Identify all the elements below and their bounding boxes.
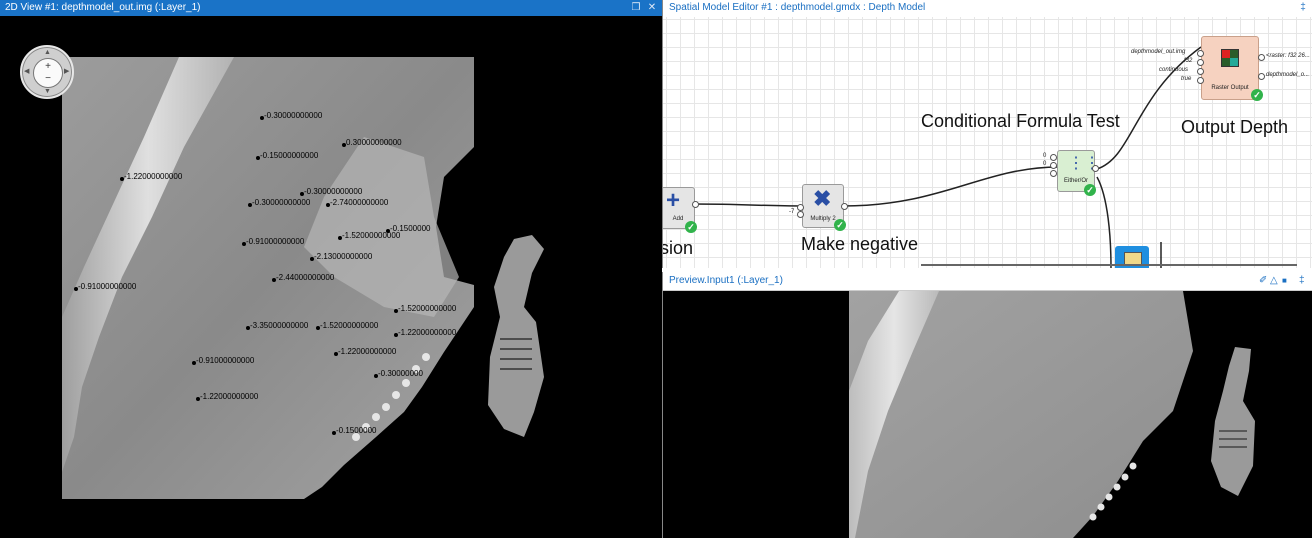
preview-canvas[interactable] [663, 291, 1312, 538]
pan-up-icon[interactable]: ▲ [44, 49, 51, 56]
raster-input-port[interactable] [1197, 50, 1204, 57]
close-icon[interactable]: ✕ [646, 0, 658, 16]
depth-point-label: -1.52000000000 [398, 304, 457, 313]
depth-point-label: -0.30000000000 [264, 111, 323, 120]
model-editor-panel[interactable]: Spatial Model Editor #1 : depthmodel.gmd… [662, 0, 1312, 268]
raster-output-name: depthmodel_o... [1266, 72, 1310, 78]
raster-input-port[interactable] [1197, 68, 1204, 75]
either-or-node[interactable]: ⋮⋮ Either/Or ✓ [1057, 150, 1100, 196]
check-icon: ✓ [1084, 184, 1096, 196]
depth-point-label: -2.44000000000 [276, 273, 335, 282]
depth-point-label: -0.15000000000 [260, 151, 319, 160]
raster-output-node[interactable]: Raster Output ✓ [1201, 36, 1263, 101]
multiply-input-port[interactable] [797, 211, 804, 218]
depth-point-label: -1.22000000000 [200, 392, 259, 401]
raster-input-port[interactable] [1197, 59, 1204, 66]
pan-down-icon[interactable]: ▼ [44, 88, 51, 95]
depth-point-label: -1.22000000000 [124, 172, 183, 181]
raster-output-label: Raster Output [1211, 85, 1249, 91]
multiply-icon: ✖ [813, 186, 832, 211]
model-canvas[interactable]: + Add ✓ ✖ Multiply 2 ✓ -7 ⋮⋮ Either/Or ✓… [663, 17, 1312, 268]
raster-output-port[interactable] [1258, 73, 1265, 80]
either-input-value: 0 [1043, 161, 1047, 167]
edit-icon[interactable]: ✐ [1259, 272, 1267, 290]
depth-point-label: -2.74000000000 [330, 198, 389, 207]
raster-output-value: <raster: f32 26... [1266, 53, 1310, 59]
editor-titlebar: Spatial Model Editor #1 : depthmodel.gmd… [663, 0, 1312, 16]
check-icon: ✓ [834, 219, 846, 231]
view2d-titlebar: 2D View #1: depthmodel_out.img (:Layer_1… [0, 0, 662, 16]
multiply-output-port[interactable] [841, 203, 848, 210]
either-input-value: 0 [1043, 153, 1047, 159]
restore-icon[interactable]: ❒ [630, 0, 642, 16]
raster-input-datatype: f32 [1184, 58, 1193, 64]
caption-expression: sion [662, 238, 694, 258]
view2d-title: 2D View #1: depthmodel_out.img (:Layer_1… [5, 2, 201, 13]
view2d-panel[interactable]: 2D View #1: depthmodel_out.img (:Layer_1… [0, 0, 662, 538]
preview-title: Preview.Input1 (:Layer_1) [669, 275, 783, 286]
depth-point-label: -0.91000000000 [246, 237, 305, 246]
caption-conditional-formula-test: Conditional Formula Test [921, 111, 1120, 131]
warning-icon[interactable]: △ [1270, 272, 1278, 290]
raster-output-port[interactable] [1258, 54, 1265, 61]
editor-title: Spatial Model Editor #1 : depthmodel.gmd… [669, 2, 926, 13]
multiply-node[interactable]: ✖ Multiply 2 ✓ [802, 184, 846, 231]
add-node[interactable]: + Add ✓ [663, 187, 697, 233]
map-canvas[interactable]: -0.30000000000 0.30000000000 -0.1500000000… [4, 17, 662, 538]
either-input-port[interactable] [1050, 170, 1057, 177]
depth-point-label: -0.91000000000 [78, 282, 137, 291]
raster-input-flag: true [1181, 76, 1192, 82]
raster-input-layertype: continuous [1159, 67, 1189, 73]
preview-panel[interactable]: Preview.Input1 (:Layer_1) ✐ △ ■ ‡ [662, 272, 1312, 538]
depth-point-label: -0.30000000000 [252, 198, 311, 207]
pan-left-icon[interactable]: ◀ [24, 68, 29, 75]
depth-point-label: -1.22000000000 [398, 328, 457, 337]
raster-input-port[interactable] [1197, 77, 1204, 84]
multiply-input-port[interactable] [797, 204, 804, 211]
pin-icon[interactable]: ‡ [1297, 0, 1309, 16]
depth-point-label: -0.91000000000 [196, 356, 255, 365]
either-output-port[interactable] [1092, 165, 1099, 172]
depth-point-label: -1.22000000000 [338, 347, 397, 356]
panel-splitter[interactable] [921, 264, 1297, 266]
depth-point-label: -1.52000000000 [320, 321, 379, 330]
map-navigation-control[interactable]: ▲ ▼ ◀ ▶ + − [20, 45, 74, 99]
depth-point-label: -3.35000000000 [250, 321, 309, 330]
zoom-in-button[interactable]: + [34, 62, 62, 72]
depth-point-label: 0.30000000000 [346, 138, 402, 147]
either-input-port[interactable] [1050, 162, 1057, 169]
add-output-port[interactable] [692, 201, 699, 208]
zoom-out-button[interactable]: − [34, 74, 62, 84]
zoom-control: + − [33, 58, 63, 88]
plus-icon: + [666, 187, 681, 214]
lock-icon[interactable]: ■ [1282, 272, 1287, 290]
caption-make-negative: Make negative [801, 234, 919, 254]
caption-output-depth: Output Depth [1181, 117, 1289, 137]
raster-output-icon [1221, 49, 1239, 67]
check-icon: ✓ [685, 221, 697, 233]
depth-point-label: -0.30000000 [378, 369, 423, 378]
pin-icon[interactable]: ‡ [1299, 272, 1305, 290]
depth-point-label: -0.30000000000 [304, 187, 363, 196]
depth-point-label: -0.1500000 [336, 426, 377, 435]
preview-raster-image [849, 291, 1255, 538]
pan-right-icon[interactable]: ▶ [64, 68, 69, 75]
either-input-port[interactable] [1050, 154, 1057, 161]
depth-point-label: -1.52000000000 [342, 231, 401, 240]
multiply-constant: -7 [789, 209, 795, 215]
preview-titlebar: Preview.Input1 (:Layer_1) ✐ △ ■ ‡ [663, 272, 1312, 291]
raster-input-filename: depthmodel_out.img [1131, 49, 1186, 55]
check-icon: ✓ [1251, 89, 1263, 101]
depth-point-label: -2.13000000000 [314, 252, 373, 261]
